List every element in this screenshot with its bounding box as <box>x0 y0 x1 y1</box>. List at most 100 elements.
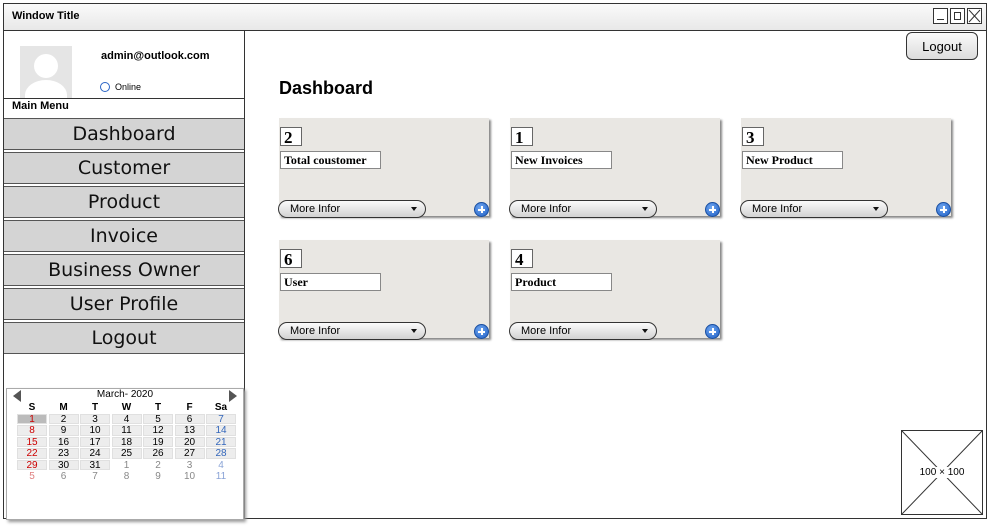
calendar-day[interactable]: 9 <box>143 471 173 482</box>
calendar-day[interactable]: 22 <box>17 448 47 459</box>
menu-item-user-profile[interactable]: User Profile <box>4 288 244 320</box>
app-window: Window Title admin@outlook.com Online Ma… <box>3 3 987 520</box>
calendar-day[interactable]: 10 <box>174 471 205 482</box>
window-title: Window Title <box>12 10 80 22</box>
card-count: 6 <box>280 249 302 269</box>
calendar-day[interactable]: 6 <box>174 413 205 424</box>
stat-card-product: 4 Product More Infor <box>509 240 720 340</box>
user-email: admin@outlook.com <box>101 50 210 62</box>
card-label: User <box>280 273 381 291</box>
avatar <box>20 46 72 98</box>
select-value: More Infor <box>290 325 341 337</box>
calendar-day[interactable]: 26 <box>143 448 173 459</box>
menu-item-customer[interactable]: Customer <box>4 152 244 184</box>
menu-item-business-owner[interactable]: Business Owner <box>4 254 244 286</box>
card-count: 1 <box>511 127 533 147</box>
prev-month-icon[interactable] <box>13 390 21 402</box>
calendar-day[interactable]: 1 <box>17 413 47 424</box>
maximize-button[interactable] <box>950 8 965 24</box>
calendar-day[interactable]: 31 <box>80 459 110 470</box>
select-value: More Infor <box>521 203 572 215</box>
more-info-select[interactable]: More Infor <box>278 200 426 218</box>
chevron-down-icon <box>873 207 879 211</box>
calendar-day[interactable]: 29 <box>17 459 47 470</box>
sidebar: admin@outlook.com Online Main Menu Dashb… <box>4 30 245 520</box>
calendar-day[interactable]: 10 <box>80 425 110 436</box>
menu-item-logout[interactable]: Logout <box>4 322 244 354</box>
select-value: More Infor <box>290 203 341 215</box>
calendar-day[interactable]: 12 <box>143 425 173 436</box>
add-icon[interactable] <box>705 202 720 217</box>
calendar-day[interactable]: 4 <box>206 459 236 470</box>
calendar-month-label: March- 2020 <box>96 389 154 400</box>
card-label: Product <box>511 273 612 291</box>
calendar-day[interactable]: 28 <box>206 448 236 459</box>
calendar-day[interactable]: 4 <box>111 413 142 424</box>
chevron-down-icon <box>411 329 417 333</box>
weekday-header: M <box>59 402 68 413</box>
calendar-day[interactable]: 3 <box>174 459 205 470</box>
weekday-header: T <box>91 402 99 413</box>
calendar-day[interactable]: 18 <box>111 436 142 447</box>
calendar-day[interactable]: 7 <box>206 413 236 424</box>
close-icon <box>968 9 981 23</box>
minimize-button[interactable] <box>933 8 948 24</box>
card-count: 3 <box>742 127 764 147</box>
card-label: New Product <box>742 151 843 169</box>
calendar-day[interactable]: 19 <box>143 436 173 447</box>
add-icon[interactable] <box>705 324 720 339</box>
calendar-day[interactable]: 17 <box>80 436 110 447</box>
add-icon[interactable] <box>474 324 489 339</box>
calendar-day[interactable]: 15 <box>17 436 47 447</box>
maximize-icon <box>954 12 961 20</box>
calendar-day[interactable]: 5 <box>143 413 173 424</box>
menu-item-dashboard[interactable]: Dashboard <box>4 118 244 150</box>
calendar-day[interactable]: 20 <box>174 436 205 447</box>
calendar-day[interactable]: 24 <box>80 448 110 459</box>
calendar-day[interactable]: 16 <box>48 436 79 447</box>
card-label: Total coustomer <box>280 151 381 169</box>
minimize-icon <box>937 19 944 20</box>
calendar-day[interactable]: 14 <box>206 425 236 436</box>
add-icon[interactable] <box>936 202 951 217</box>
weekday-header: F <box>186 402 193 413</box>
logout-button[interactable]: Logout <box>906 32 978 60</box>
more-info-select[interactable]: More Infor <box>509 322 657 340</box>
more-info-select[interactable]: More Infor <box>740 200 888 218</box>
calendar-day[interactable]: 21 <box>206 436 236 447</box>
weekday-header: S <box>28 402 36 413</box>
more-info-select[interactable]: More Infor <box>509 200 657 218</box>
calendar-day[interactable]: 1 <box>111 459 142 470</box>
more-info-select[interactable]: More Infor <box>278 322 426 340</box>
calendar-day[interactable]: 2 <box>48 413 79 424</box>
card-count: 4 <box>511 249 533 269</box>
card-label: New Invoices <box>511 151 612 169</box>
calendar-day[interactable]: 11 <box>111 425 142 436</box>
chevron-down-icon <box>642 329 648 333</box>
calendar-day[interactable]: 30 <box>48 459 79 470</box>
calendar-day[interactable]: 13 <box>174 425 205 436</box>
calendar-day[interactable]: 11 <box>206 471 236 482</box>
calendar-day[interactable]: 7 <box>80 471 110 482</box>
close-button[interactable] <box>967 8 982 24</box>
calendar-day[interactable]: 23 <box>48 448 79 459</box>
calendar-day[interactable]: 3 <box>80 413 110 424</box>
chevron-down-icon <box>411 207 417 211</box>
calendar-day[interactable]: 9 <box>48 425 79 436</box>
menu-item-product[interactable]: Product <box>4 186 244 218</box>
image-placeholder: 100 × 100 <box>901 430 983 515</box>
stat-card-new-product: 3 New Product More Infor <box>740 118 951 218</box>
menu-item-invoice[interactable]: Invoice <box>4 220 244 252</box>
calendar-header: March- 2020 <box>7 389 243 402</box>
select-value: More Infor <box>752 203 803 215</box>
calendar-day[interactable]: 27 <box>174 448 205 459</box>
calendar-day[interactable]: 6 <box>48 471 79 482</box>
calendar-day[interactable]: 25 <box>111 448 142 459</box>
calendar-day[interactable]: 8 <box>111 471 142 482</box>
calendar-day[interactable]: 2 <box>143 459 173 470</box>
calendar-day[interactable]: 8 <box>17 425 47 436</box>
next-month-icon[interactable] <box>229 390 237 402</box>
weekday-header: T <box>154 402 162 413</box>
calendar-day[interactable]: 5 <box>17 471 47 482</box>
add-icon[interactable] <box>474 202 489 217</box>
